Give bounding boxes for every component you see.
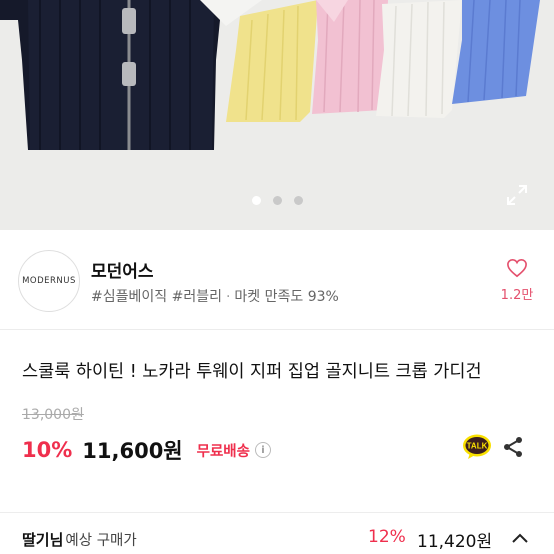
carousel-dot-active[interactable]: [251, 196, 261, 205]
carousel-dot[interactable]: [293, 196, 303, 205]
like-button[interactable]: 1.2만: [495, 258, 539, 303]
carousel-indicator: [0, 196, 554, 205]
shop-tag: #심플베이직: [91, 289, 168, 305]
shop-satisfaction: 마켓 만족도 93%: [234, 289, 339, 305]
user-nickname: 딸기님: [22, 531, 64, 549]
shop-name[interactable]: 모던어스: [91, 257, 154, 282]
price-row: 10% 11,600원 무료배송 i: [22, 436, 271, 464]
original-price: 13,000원: [22, 407, 84, 423]
expected-price-label: 딸기님 예상 구매가: [22, 529, 137, 550]
chevron-up-icon[interactable]: [510, 531, 530, 545]
shop-meta: #심플베이직 #러블리 · 마켓 만족도 93%: [91, 286, 339, 306]
like-count: 1.2만: [500, 288, 534, 303]
discount-rate: 10%: [22, 438, 73, 462]
expected-price: 11,420원: [417, 532, 493, 552]
meta-separator: ·: [225, 289, 231, 305]
free-shipping-label: 무료배송: [196, 443, 250, 460]
seller-section[interactable]: MODERNUS 모던어스 #심플베이직 #러블리 · 마켓 만족도 93% 1.2…: [0, 230, 554, 330]
shipping-info-icon[interactable]: i: [255, 442, 271, 458]
expected-price-bar[interactable]: 딸기님 예상 구매가 12% 11,420원: [0, 512, 554, 554]
sale-price: 11,600원: [82, 439, 183, 463]
shop-tag: #러블리: [171, 289, 222, 305]
share-icon[interactable]: [502, 436, 524, 458]
expected-price-caption: 예상 구매가: [65, 533, 137, 549]
heart-icon: [507, 258, 527, 278]
product-title: 스쿨룩 하이틴 ! 노카라 투웨이 지퍼 집업 골지니트 크롭 가디건: [22, 362, 482, 382]
shop-logo-text: MODERNUS: [22, 276, 76, 286]
carousel-dot[interactable]: [272, 196, 282, 205]
expected-discount: 12%: [368, 527, 406, 547]
kakao-talk-label: TALK: [467, 442, 488, 451]
shop-logo[interactable]: MODERNUS: [18, 250, 80, 312]
kakao-talk-icon[interactable]: TALK: [462, 434, 492, 460]
product-image-carousel[interactable]: [0, 0, 554, 230]
expand-icon[interactable]: [505, 183, 529, 207]
